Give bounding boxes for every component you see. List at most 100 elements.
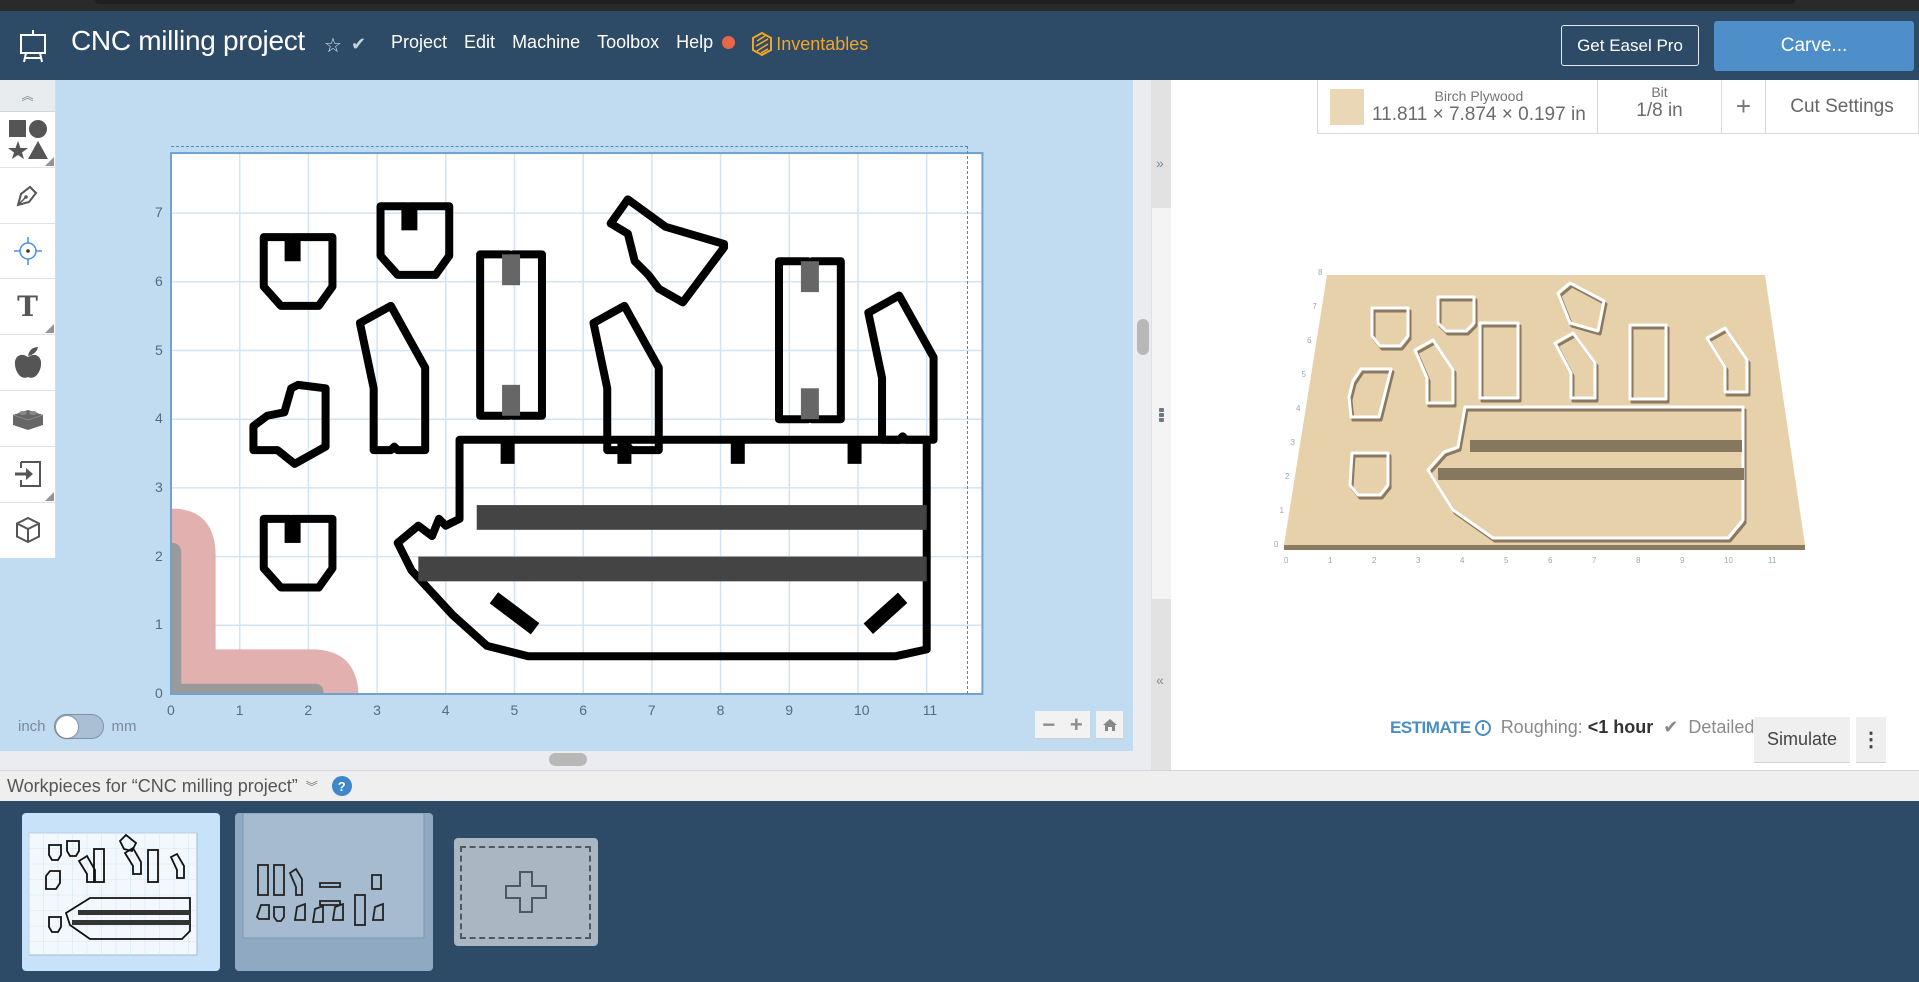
bit-selector[interactable]: Bit 1/8 in [1598,80,1722,133]
shapes-tool[interactable] [0,112,55,168]
roughing-label: Roughing: [1500,717,1583,737]
add-workpiece-button[interactable] [454,838,598,946]
pen-icon [16,185,37,207]
preview-y-tick: 4 [1296,404,1301,413]
work-area-outline [171,146,968,694]
detailed-label: Detailed [1688,717,1755,737]
preview-x-tick: 1 [1328,556,1333,565]
add-bit-button[interactable]: + [1722,80,1766,133]
workpiece-1-thumbnail [28,832,198,956]
collapse-toolbar-button[interactable]: ︽ [0,80,55,112]
preview-y-tick: 3 [1291,438,1296,447]
y-axis-tick: 5 [155,341,163,358]
x-axis-tick: 10 [854,702,870,718]
x-axis-tick: 4 [441,702,450,718]
unit-switch[interactable] [53,714,104,739]
cut-settings-button[interactable]: Cut Settings [1766,80,1918,133]
preview-x-tick: 4 [1460,556,1465,565]
preview-x-tick: 6 [1548,556,1553,565]
workpiece-card-2[interactable] [235,812,433,971]
roughing-value: <1 hour [1587,717,1654,737]
workpiece-card-1[interactable] [22,813,220,971]
x-axis-tick: 0 [167,702,175,718]
x-axis-tick: 5 [510,702,519,718]
x-axis-tick: 6 [579,702,587,718]
more-options-button[interactable]: ⋮ [1856,717,1886,763]
apple-icon [14,346,41,378]
y-axis-tick: 6 [155,272,163,289]
x-axis-tick: 9 [785,702,794,718]
horizontal-scroll-thumb[interactable] [549,753,587,766]
clock-icon [1474,719,1491,736]
unit-mm-label: mm [111,718,137,735]
preview-y-tick: 0 [1274,540,1279,549]
preview-y-tick: 6 [1307,336,1312,345]
preview-x-tick: 0 [1284,556,1289,565]
zoom-home-button[interactable] [1096,711,1123,739]
apps-tool[interactable] [0,391,55,447]
roughing-estimate: Roughing: <1 hour [1501,717,1654,738]
preview-x-tick: 11 [1768,556,1777,565]
easel-app: CNC milling project ☆ ✔ Project Edit Mac… [0,0,1919,982]
help-icon[interactable]: ? [331,776,352,796]
preview-x-tick: 3 [1416,556,1421,565]
preview-x-tick: 2 [1372,556,1377,565]
point-tool[interactable] [0,224,55,280]
material-dimensions: 11.811 × 7.874 × 0.197 in [1372,103,1586,125]
unit-inch-label: inch [18,718,46,735]
import-icon [14,461,41,488]
carve-button[interactable]: Carve... [1714,21,1914,71]
text-icon: T [17,290,38,324]
y-axis-tick: 0 [155,685,163,701]
workpieces-title: Workpieces for “CNC milling project” [7,775,298,796]
material-bar: Birch Plywood 11.811 × 7.874 × 0.197 in … [1317,80,1919,134]
preview-y-tick: 7 [1313,302,1318,311]
y-axis-tick: 1 [155,616,163,633]
preview-x-tick: 7 [1592,556,1597,565]
preview-sheet-edge [1284,545,1805,550]
3d-tool[interactable] [0,503,55,559]
chevron-down-icon[interactable]: ︾ [306,778,318,795]
pen-tool[interactable] [0,168,55,224]
material-name: Birch Plywood [1434,87,1524,104]
x-axis-tick: 1 [235,702,244,718]
unit-toggle: inch mm [18,714,137,739]
panel-splitter[interactable]: » « [1151,80,1172,770]
x-axis-tick: 3 [373,702,381,718]
preview-x-tick: 5 [1504,556,1509,565]
estimate-label[interactable]: ESTIMATE [1390,718,1471,738]
3d-preview[interactable]: 0 1 2 3 4 5 6 7 8 9 10 11 0 1 2 3 4 5 6 7 8 [1260,255,1820,575]
left-toolbar: ︽ T [0,80,56,558]
get-easel-pro-button[interactable]: Get Easel Pro [1561,25,1699,66]
vertical-scrollbar[interactable] [1133,80,1151,770]
preview-y-tick: 2 [1285,472,1290,481]
crosshair-icon [13,236,42,265]
vertical-scroll-thumb[interactable] [1137,319,1149,355]
preview-x-tick: 8 [1636,556,1641,565]
text-tool[interactable]: T [0,279,55,336]
zoom-controls: − + [1035,711,1090,739]
zoom-in-button[interactable]: + [1070,712,1083,738]
zoom-out-button[interactable]: − [1042,712,1055,738]
splitter-grip-icon[interactable] [1159,408,1164,422]
simulate-button[interactable]: Simulate [1754,717,1850,763]
preview-x-tick: 9 [1680,556,1685,565]
preview-y-tick: 8 [1318,268,1323,277]
bit-label: Bit [1651,84,1668,100]
import-tool[interactable] [0,447,55,503]
collapse-preview-icon[interactable]: « [1156,672,1164,688]
workpiece-2-thumbnail [242,812,425,939]
preview-y-tick: 5 [1302,370,1307,379]
x-axis-tick: 2 [304,702,313,718]
home-icon [1102,718,1117,731]
x-axis-tick: 11 [922,702,938,718]
preview-pocket [1438,468,1744,480]
y-axis-tick: 4 [155,410,163,427]
expand-preview-icon[interactable]: » [1156,155,1164,171]
y-axis-tick: 3 [155,478,163,495]
preview-y-tick: 1 [1280,506,1285,515]
plus-icon [505,871,547,913]
y-axis-tick: 2 [155,547,163,564]
material-selector[interactable]: Birch Plywood 11.811 × 7.874 × 0.197 in [1318,80,1598,133]
icon-library-tool[interactable] [0,335,55,391]
